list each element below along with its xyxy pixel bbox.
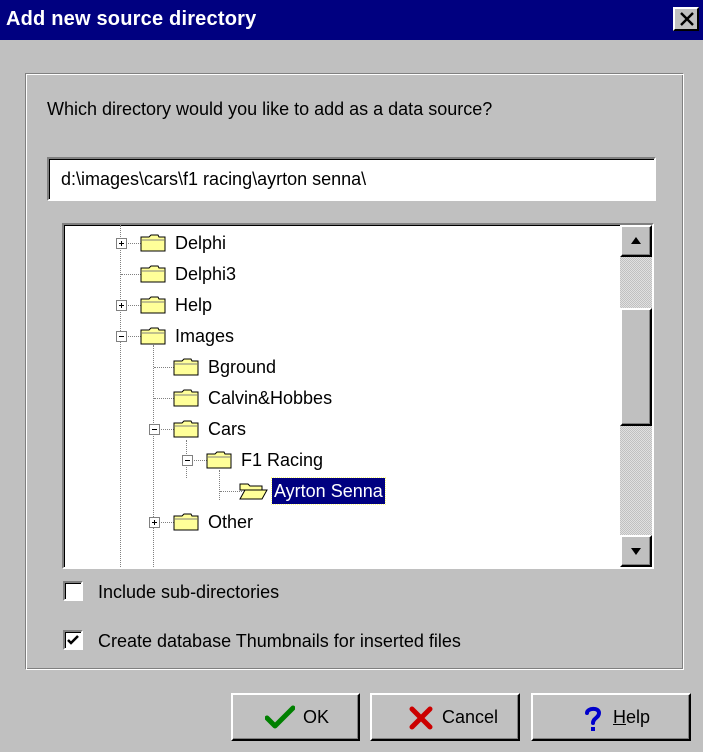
tree-item[interactable]: F1 Racing	[64, 445, 604, 475]
tree-item-label: Bground	[208, 357, 277, 377]
tree-item-label: Help	[175, 295, 213, 315]
x-icon	[409, 706, 433, 730]
tree-item[interactable]: Ayrton Senna	[64, 476, 604, 506]
include-subdirs-label: Include sub-directories	[98, 582, 280, 602]
expand-icon[interactable]	[149, 517, 160, 528]
tree-item-label: Cars	[208, 419, 247, 439]
include-subdirs-checkbox[interactable]	[63, 581, 83, 601]
question-mark-icon	[585, 706, 602, 731]
tree-item-label: Delphi	[175, 233, 227, 253]
close-button[interactable]	[673, 7, 699, 31]
tree-item[interactable]: Images	[64, 321, 604, 351]
directory-tree[interactable]: Delphi Delphi3 Help Images Bground Calvin&Hob…	[62, 223, 654, 569]
tree-item-label: Calvin&Hobbes	[208, 388, 333, 408]
question-label: Which directory would you like to add as…	[47, 99, 493, 119]
folder-icon	[173, 358, 199, 376]
scroll-up-button[interactable]	[620, 225, 652, 257]
help-mnemonic: H	[613, 707, 626, 727]
window-title: Add new source directory	[6, 8, 257, 30]
tree-item-label: Delphi3	[175, 264, 237, 284]
folder-icon	[140, 327, 166, 345]
tree-scrollbar[interactable]	[620, 225, 652, 567]
tree-item[interactable]: Help	[64, 290, 604, 320]
folder-icon	[140, 234, 166, 252]
folder-open-icon	[239, 483, 268, 500]
help-button-label: Help	[613, 707, 650, 728]
collapse-icon[interactable]	[182, 455, 193, 466]
checkmark-icon	[265, 705, 295, 729]
expand-icon[interactable]	[116, 300, 127, 311]
tree-item[interactable]: Bground	[64, 352, 604, 382]
scroll-thumb[interactable]	[620, 308, 652, 426]
collapse-icon[interactable]	[116, 331, 127, 342]
cancel-button-label: Cancel	[442, 707, 499, 727]
title-bar[interactable]: Add new source directory	[0, 0, 703, 40]
arrow-down-icon	[631, 548, 641, 555]
folder-icon	[140, 265, 166, 283]
collapse-icon[interactable]	[149, 424, 160, 435]
include-subdirs-row[interactable]: Include sub-directories	[63, 580, 363, 604]
tree-item[interactable]: Delphi	[64, 228, 604, 258]
folder-icon	[173, 420, 199, 438]
folder-icon	[173, 513, 199, 531]
create-thumbnails-label: Create database Thumbnails for inserted …	[98, 631, 461, 651]
scroll-down-button[interactable]	[620, 535, 652, 567]
ok-button[interactable]: OK	[231, 693, 360, 741]
help-button[interactable]: Help	[531, 693, 691, 741]
create-thumbnails-checkbox[interactable]	[63, 630, 83, 650]
dialog-window: Add new source directory Which directory…	[0, 0, 703, 752]
folder-icon	[173, 389, 199, 407]
tree-item-label: Other	[208, 512, 254, 532]
cancel-button[interactable]: Cancel	[370, 693, 520, 741]
close-icon	[680, 12, 694, 26]
tree-item[interactable]: Delphi3	[64, 259, 604, 289]
expand-icon[interactable]	[116, 238, 127, 249]
create-thumbnails-row[interactable]: Create database Thumbnails for inserted …	[63, 629, 543, 653]
folder-icon	[140, 296, 166, 314]
tree-item[interactable]: Other	[64, 507, 604, 537]
arrow-up-icon	[631, 237, 641, 244]
tree-item[interactable]: Cars	[64, 414, 604, 444]
tree-item-label: Images	[175, 326, 235, 346]
tree-item-label: Ayrton Senna	[271, 477, 386, 505]
checkmark-icon	[67, 635, 79, 645]
help-label-rest: elp	[626, 707, 651, 727]
directory-path-input[interactable]	[47, 157, 656, 201]
ok-button-label: OK	[303, 707, 330, 727]
tree-item-label: F1 Racing	[241, 450, 324, 470]
tree-canvas: Delphi Delphi3 Help Images Bground Calvin&Hob…	[64, 225, 624, 567]
tree-item[interactable]: Calvin&Hobbes	[64, 383, 604, 413]
folder-icon	[206, 451, 232, 469]
